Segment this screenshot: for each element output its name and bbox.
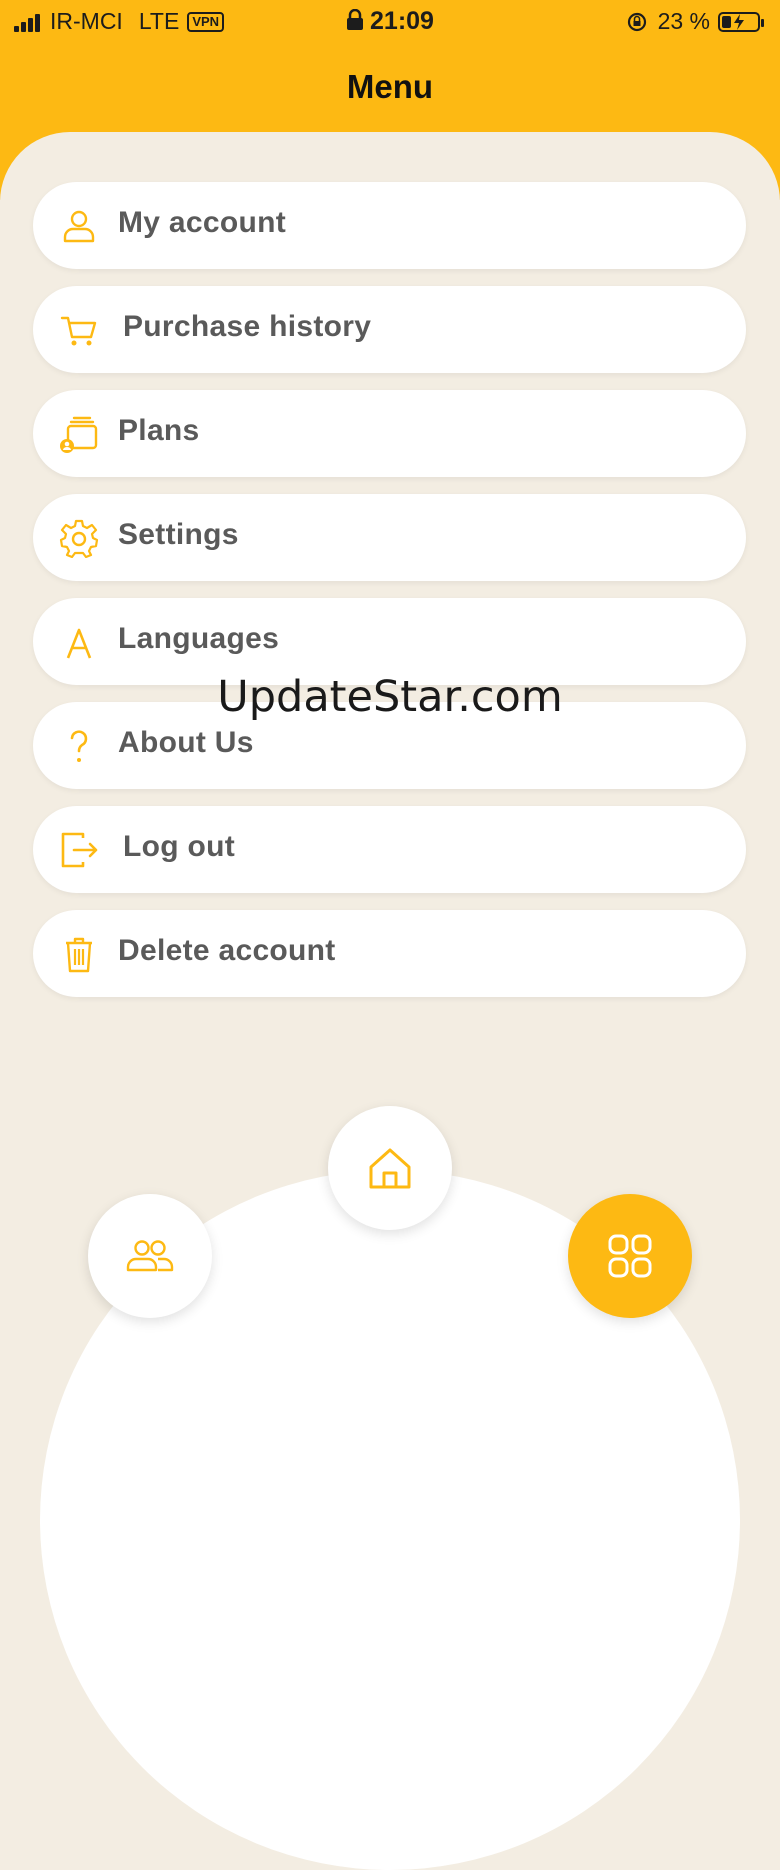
trash-icon [66, 937, 92, 973]
nav-button-home[interactable] [328, 1106, 452, 1230]
menu-item-label: Plans [118, 414, 200, 447]
plans-icon [60, 416, 98, 453]
user-icon [63, 210, 95, 243]
lock-icon [347, 8, 364, 30]
menu-item-label: Delete account [118, 934, 336, 967]
nav-button-menu[interactable] [568, 1194, 692, 1318]
status-right: 23 % [626, 8, 764, 35]
grid-icon [608, 1234, 652, 1278]
watermark: UpdateStar.com [217, 672, 563, 722]
rotation-lock-icon [627, 12, 646, 31]
logout-icon [61, 832, 98, 868]
cart-icon [60, 316, 97, 346]
menu-item-label: My account [118, 206, 287, 239]
menu-item-label: Purchase history [123, 310, 372, 343]
menu-list: My account Purchase history Plans Settin… [33, 182, 746, 1014]
nav-button-users[interactable] [88, 1194, 212, 1318]
menu-item-label: Languages [118, 622, 280, 655]
language-icon [66, 628, 92, 659]
gear-icon [59, 519, 99, 558]
menu-item-settings[interactable]: Settings [33, 494, 746, 581]
page-title: Menu [346, 68, 434, 105]
menu-item-delete-account[interactable]: Delete account [33, 910, 746, 997]
users-icon [126, 1240, 174, 1272]
menu-item-my-account[interactable]: My account [33, 182, 746, 269]
menu-item-label: Settings [118, 518, 239, 551]
battery-percent: 23 % [657, 8, 710, 34]
menu-item-label: About Us [118, 726, 254, 759]
menu-item-label: Log out [123, 830, 236, 863]
question-icon [70, 730, 88, 762]
battery-icon [718, 11, 764, 32]
home-icon [369, 1148, 411, 1189]
menu-item-plans[interactable]: Plans [33, 390, 746, 477]
menu-item-log-out[interactable]: Log out [33, 806, 746, 893]
clock: 21:09 [370, 7, 434, 35]
status-bar: IR-MCI LTE VPN 21:09 23 % [0, 0, 780, 44]
menu-item-purchase-history[interactable]: Purchase history [33, 286, 746, 373]
